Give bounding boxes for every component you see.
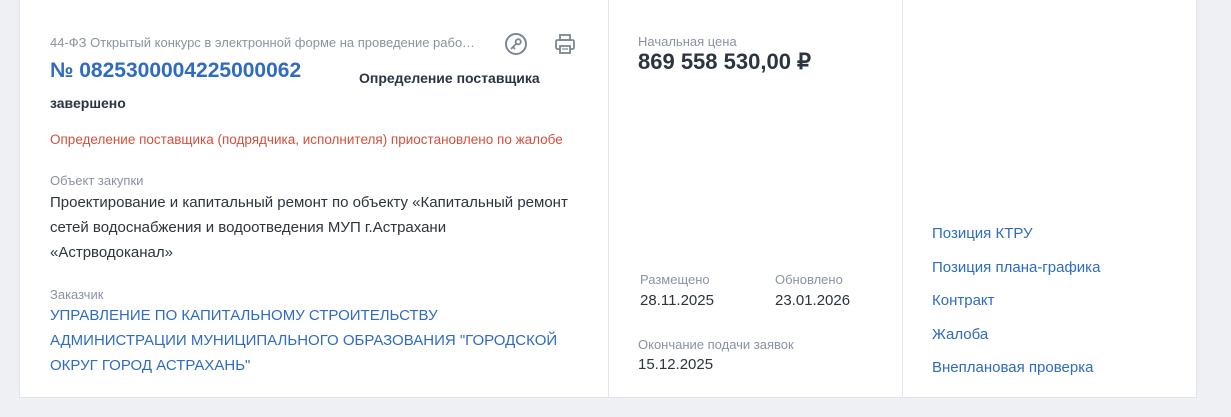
column-divider [608,0,609,397]
procurement-type-label: 44-ФЗ Открытый конкурс в электронной фор… [50,35,480,50]
customer-link[interactable]: УПРАВЛЕНИЕ ПО КАПИТАЛЬНОМУ СТРОИТЕЛЬСТВУ… [50,303,570,378]
ktru-position-link[interactable]: Позиция КТРУ [932,223,1100,257]
registry-number-link[interactable]: № 0825300004225000062 [50,59,301,83]
object-label: Объект закупки [50,173,144,188]
posted-date: 28.11.2025 [640,292,714,309]
procurement-card: 44-ФЗ Открытый конкурс в электронной фор… [19,0,1197,398]
price-label: Начальная цена [638,34,737,49]
deadline-label: Окончание подачи заявок [638,337,794,352]
suspension-notice: Определение поставщика (подрядчика, испо… [50,132,563,147]
customer-label: Заказчик [50,287,104,302]
object-text: Проектирование и капитальный ремонт по о… [50,194,568,261]
contract-link[interactable]: Контракт [932,290,1100,324]
printer-icon[interactable] [553,32,577,56]
key-icon[interactable] [504,32,528,56]
deadline-date: 15.12.2025 [638,356,714,373]
updated-date: 23.01.2026 [775,292,851,309]
unscheduled-inspection-link[interactable]: Внеплановая проверка [932,357,1100,391]
price-value: 869 558 530,00 ₽ [638,49,812,74]
plan-schedule-position-link[interactable]: Позиция плана-графика [932,257,1100,291]
related-links: Позиция КТРУ Позиция плана-графика Контр… [932,223,1100,391]
complaint-link[interactable]: Жалоба [932,324,1100,358]
posted-label: Размещено [640,272,710,287]
updated-label: Обновлено [775,272,843,287]
column-divider [902,0,903,397]
